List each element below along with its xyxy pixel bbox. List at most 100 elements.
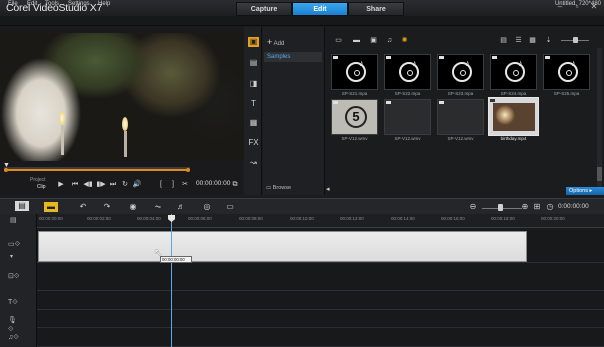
tab-capture[interactable]: Capture (236, 2, 292, 16)
ruler-tick: 00:00:10:00 (290, 216, 314, 221)
video-track-icon[interactable]: ▭⟐ (8, 240, 22, 249)
browse-button[interactable]: ▭ Browse (266, 185, 291, 191)
library-scrollbar-thumb[interactable] (597, 167, 602, 181)
show-audio-icon[interactable]: ♫ (385, 36, 394, 45)
music-note-icon: ♪ (359, 58, 364, 68)
library-item[interactable] (384, 99, 431, 135)
ruler-tick: 00:00:06:00 (188, 216, 212, 221)
audio-badge-icon (492, 56, 497, 59)
transition-icon[interactable]: ◨ (248, 79, 259, 89)
options-button[interactable]: Options ▸ (566, 187, 604, 195)
player-timecode[interactable]: 00:00:00:00 (196, 180, 230, 187)
home-icon[interactable]: ⏮ (70, 180, 80, 190)
tab-edit[interactable]: Edit (292, 2, 348, 16)
video-clip[interactable] (38, 231, 527, 262)
library-item-label: SP-V12.wmv (447, 136, 474, 141)
subtitle-editor-icon[interactable]: ▭ (224, 202, 236, 212)
trim-end-handle[interactable] (186, 168, 190, 172)
details-view-icon[interactable]: ▦ (528, 36, 537, 45)
next-frame-icon[interactable]: ▮▶ (96, 180, 106, 190)
storyboard-view-icon[interactable]: ▤ (15, 201, 29, 211)
clock-icon: ◷ (546, 202, 554, 211)
import-folder-icon[interactable]: ▭ (334, 36, 343, 45)
enlarge-preview-icon[interactable]: ⧉ (230, 180, 240, 190)
overlay-track-icon[interactable]: ⊡⟐ (8, 272, 22, 281)
menu-file[interactable]: File (8, 1, 18, 7)
play-icon[interactable]: ▶ (56, 180, 66, 190)
thumbnail-size-knob[interactable] (573, 37, 578, 43)
menu-settings[interactable]: Settings (68, 1, 90, 7)
timeline-zoom-knob[interactable] (498, 204, 503, 211)
tab-share[interactable]: Share (348, 2, 404, 16)
graphic-icon[interactable]: ▦ (248, 118, 259, 128)
library-item[interactable]: ♪ (490, 54, 537, 90)
sound-mixer-icon[interactable]: ⏦ (152, 202, 164, 212)
title-icon[interactable]: T (248, 99, 259, 109)
voice-track-icon[interactable]: 🎙⟐ (8, 316, 22, 333)
folder-item-samples[interactable]: Samples (264, 52, 322, 62)
ruler-tick: 00:00:02:00 (87, 216, 111, 221)
motion-tracking-icon[interactable]: ◎ (201, 202, 213, 212)
library-item[interactable] (437, 99, 484, 135)
time-ruler[interactable] (37, 214, 604, 228)
list-view-icon[interactable]: ☰ (514, 36, 523, 45)
record-capture-icon[interactable]: ◉ (127, 202, 139, 212)
trim-start-handle[interactable] (4, 168, 8, 172)
track-manager-icon[interactable]: ▤ (10, 216, 24, 225)
menu-edit[interactable]: Edit (27, 1, 37, 7)
candle (124, 131, 127, 157)
path-icon[interactable]: ↝ (248, 158, 259, 168)
ruler-tick: 00:00:18:00 (491, 216, 515, 221)
menu-help[interactable]: Help (98, 1, 110, 7)
audio-badge-icon (333, 56, 338, 59)
fit-project-icon[interactable]: ⊞ (531, 202, 543, 212)
overlay-track[interactable] (37, 263, 604, 291)
mark-in-icon[interactable]: [ (156, 180, 166, 190)
library-item[interactable]: ♪ (331, 54, 378, 90)
mark-out-icon[interactable]: ] (168, 180, 178, 190)
filter-icon[interactable]: FX (248, 138, 259, 148)
auto-music-icon[interactable]: ♬ (175, 202, 187, 212)
library-item-label: SP-S22.mpa (394, 91, 421, 96)
library-item[interactable]: 5 (331, 99, 378, 135)
split-icon[interactable]: ✂ (180, 180, 190, 190)
sort-icon[interactable]: ⇣ (544, 36, 553, 45)
show-photos-icon[interactable]: ▣ (369, 36, 378, 45)
zoom-out-icon[interactable]: ⊖ (467, 202, 479, 212)
previous-frame-icon[interactable]: ◀▮ (83, 180, 93, 190)
volume-icon[interactable]: 🔊 (132, 180, 142, 190)
play-mode-selector[interactable]: Project Clip (30, 177, 46, 191)
undo-icon[interactable]: ↶ (77, 202, 89, 212)
redo-icon[interactable]: ↷ (101, 202, 113, 212)
menu-bar (0, 16, 604, 26)
menu-tools[interactable]: Tools (45, 1, 59, 7)
title-track[interactable] (37, 291, 604, 310)
library-item-selected[interactable] (488, 97, 539, 136)
title-track-icon[interactable]: T⟐ (8, 298, 22, 307)
video-preview[interactable] (1, 33, 244, 161)
voice-track[interactable] (37, 310, 604, 328)
thumbnail-view-icon[interactable]: ▤ (499, 36, 508, 45)
library-item[interactable]: ♪ (437, 54, 484, 90)
media-icon[interactable]: ▣ (248, 37, 259, 47)
ripple-toggle-icon[interactable]: ▾ (10, 253, 24, 262)
collapse-icon[interactable]: ◂ (326, 185, 330, 193)
mode-project-label[interactable]: Project (30, 177, 46, 184)
library-item[interactable]: ♪ (384, 54, 431, 90)
show-all-icon[interactable]: ✺ (400, 36, 409, 45)
music-track-icon[interactable]: ♫⟐ (8, 333, 22, 342)
playhead[interactable] (171, 214, 172, 347)
mode-clip-label[interactable]: Clip (30, 184, 46, 191)
timeline-timecode[interactable]: 0:00:00:00 (558, 203, 589, 210)
repeat-icon[interactable]: ↻ (120, 180, 130, 190)
end-icon[interactable]: ⏭ (108, 180, 118, 190)
instant-project-icon[interactable]: ▤ (248, 58, 259, 68)
music-track[interactable] (37, 328, 604, 347)
add-folder-button[interactable]: + Add (267, 37, 284, 47)
drag-tooltip: 00:00:00:00 (160, 256, 192, 263)
show-videos-icon[interactable]: ▬ (352, 36, 361, 45)
project-info: Untitled, 720*480 (554, 1, 601, 7)
timeline-view-icon[interactable]: ▬ (44, 202, 58, 212)
library-item[interactable]: ♪ (543, 54, 590, 90)
zoom-in-icon[interactable]: ⊕ (519, 202, 531, 212)
